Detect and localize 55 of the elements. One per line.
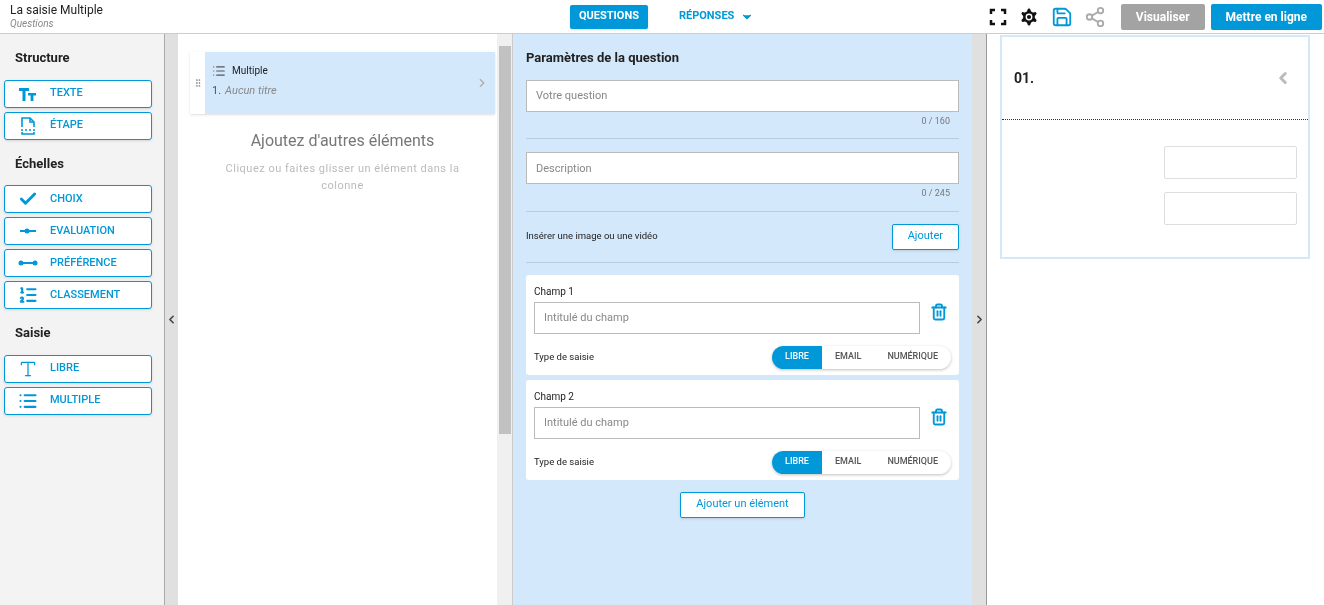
element-button[interactable]: CLASSEMENT [4,281,152,309]
share-icon[interactable] [1083,5,1106,28]
dashed-page-icon [18,115,38,136]
character-counter: 0 / 245 [920,187,951,200]
question-title: Aucun titre [225,83,277,99]
field-label: Champ 2 [534,389,575,404]
question-type: Multiple [232,64,268,78]
document-title: La saisie Multiple [10,2,104,18]
toggle-option[interactable]: EMAIL [821,450,875,474]
section-heading: Structure [14,49,71,67]
input-type-label: Type de saisie [534,454,594,469]
document-subtitle: Questions [10,17,55,31]
add-media-button[interactable]: Ajouter [891,223,959,250]
element-button[interactable]: CHOIX [4,185,152,213]
question-number: 1. [212,83,222,99]
list-icon [212,63,226,78]
toggle-option[interactable]: LIBRE [772,450,822,474]
preview-button[interactable]: Visualiser [1120,3,1205,30]
element-button[interactable]: MULTIPLE [4,386,152,415]
toggle-option[interactable]: EMAIL [821,345,875,369]
empty-hint: Cliquez ou faites glisser un élément dans la colonne [224,161,461,194]
element-button[interactable]: PRÉFÉRENCE [4,249,152,277]
preview-input[interactable] [1164,192,1297,225]
description-field[interactable]: Description [526,152,959,184]
nav-tab[interactable]: RÉPONSES [669,4,764,29]
panel-title: Paramètres de la question [526,49,680,67]
preview-input[interactable] [1164,146,1297,179]
input-type-label: Type de saisie [534,349,594,364]
toggle-option[interactable]: NUMÉRIQUE [874,450,951,474]
element-button[interactable]: TEXTE [4,79,152,108]
toggle-option[interactable]: NUMÉRIQUE [874,345,951,369]
empty-title: Ajoutez d'autres éléments [249,130,436,152]
section-heading: Échelles [14,154,65,173]
numbered-list-icon [18,285,38,305]
delete-icon[interactable] [930,302,948,321]
question-field[interactable]: Votre question [526,79,959,112]
field-label: Champ 1 [534,284,575,299]
fullscreen-icon[interactable] [988,7,1007,26]
preview-number: 01. [1014,68,1035,88]
toggle-option[interactable]: LIBRE [772,345,822,369]
question-card[interactable]: Multiple 1. Aucun titre [190,52,495,114]
element-button[interactable]: ÉTAPE [4,111,152,140]
nav-tab[interactable]: QUESTIONS [570,4,648,29]
scrollbar[interactable] [497,34,512,605]
section-heading: Saisie [14,324,52,342]
add-element-button[interactable]: Ajouter un élément [680,491,805,518]
delete-icon[interactable] [930,407,948,426]
media-label: Insérer une image ou une vidéo [526,229,658,244]
publish-button[interactable]: Mettre en ligne [1210,3,1322,30]
field-title-input[interactable]: Intitulé du champ [534,301,920,334]
save-icon[interactable] [1050,5,1073,28]
field-title-input[interactable]: Intitulé du champ [534,406,920,439]
element-button[interactable]: EVALUATION [4,217,152,245]
element-button[interactable]: LIBRE [4,354,152,383]
character-counter: 0 / 160 [920,114,951,128]
